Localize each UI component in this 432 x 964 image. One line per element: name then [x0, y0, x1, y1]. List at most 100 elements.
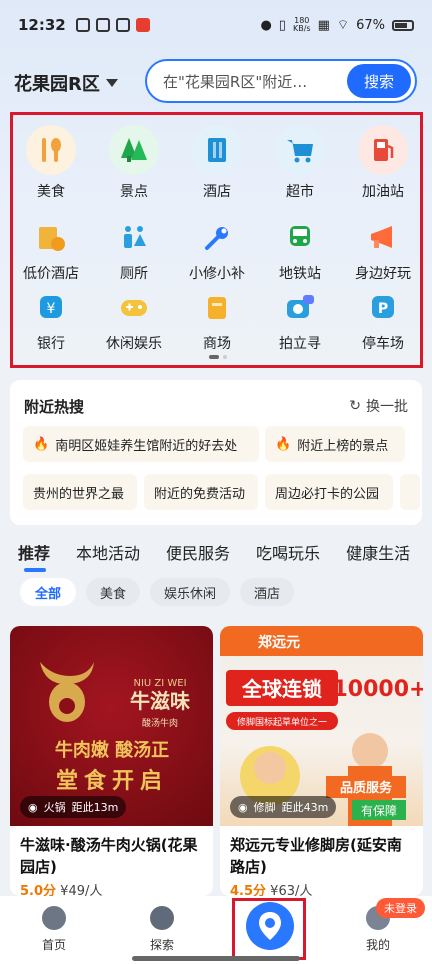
status-time: 12:32 [18, 16, 66, 34]
filter-chips: 全部 美食 娱乐休闲 酒店 [20, 578, 295, 606]
chip-hotel[interactable]: 酒店 [240, 578, 295, 606]
hot-search-text: 周边必打卡的公园 [275, 486, 380, 502]
category-bank[interactable]: ¥ 银行 [10, 291, 92, 353]
poster-slogan: 牛肉嫩 酸汤正 [55, 739, 169, 761]
poi-price: ¥63/人 [270, 884, 313, 896]
nav-home[interactable]: 首页 [14, 906, 94, 953]
wifi-icon: ⌔ [336, 18, 350, 33]
nav-me-label: 我的 [365, 938, 390, 952]
bank-icon: ¥ [34, 291, 68, 325]
brand-sub: 酸汤牛肉 [142, 717, 178, 729]
battery-icon [392, 19, 414, 31]
poi-category: 修脚 [253, 801, 276, 814]
poi-category: 火锅 [43, 801, 66, 814]
search-button[interactable]: 搜索 [347, 64, 411, 98]
net-speed-unit: KB/s [292, 24, 311, 33]
poi-title: 郑远元专业修脚房(延安南路店) [230, 836, 402, 876]
content-tabs: 推荐 本地活动 便民服务 吃喝玩乐 健康生活 [18, 540, 410, 572]
poi-meta: 5.0分 ¥49/人 [10, 878, 213, 896]
hot-search-item[interactable]: 🔥 附近上榜的景点 [265, 426, 405, 462]
search-box[interactable]: 在"花果园R区"附近… 搜索 [145, 59, 417, 103]
mall-icon [200, 291, 234, 325]
category-food[interactable]: 美食 [10, 125, 92, 201]
poi-tag: ◉ 修脚 距此43m [230, 796, 337, 818]
category-supermarket[interactable]: 超市 [259, 125, 341, 201]
category-label: 拍立寻 [279, 336, 321, 352]
tab-food-fun[interactable]: 吃喝玩乐 [256, 540, 320, 564]
category-photo-search[interactable]: 拍立寻 [259, 291, 341, 353]
category-mall[interactable]: 商场 [176, 291, 258, 353]
parking-icon: P [366, 291, 400, 325]
nav-explore-label: 探索 [149, 938, 174, 952]
camera-ai-icon [283, 291, 317, 325]
nearby-hot-search: 附近热搜 ↻ 换一批 🔥 南明区姬娃养生馆附近的好去处 🔥 附近上榜的景点 贵州… [10, 380, 422, 525]
category-budget-hotel[interactable]: 低价酒店 [10, 221, 92, 283]
category-label: 休闲娱乐 [106, 336, 162, 352]
pin-icon: ◉ [238, 800, 248, 814]
tab-health[interactable]: 健康生活 [346, 540, 410, 564]
refresh-label: 换一批 [366, 399, 408, 415]
planet-icon [150, 906, 174, 930]
page-indicator [209, 355, 227, 359]
hot-search-title: 附近热搜 [24, 398, 85, 416]
status-right: ● ▯ 180 KB/s ▦ ⌔ 67% [260, 17, 414, 33]
poi-card[interactable]: 郑远元 全球连锁 10000+ 修脚国标起草单位之一 品质服务 有保障 ◉ 修脚… [220, 626, 423, 896]
login-badge: 未登录 [376, 898, 425, 918]
hot-search-item[interactable]: 🔥 南明区姬娃养生馆附近的好去处 [23, 426, 259, 462]
home-indicator [132, 956, 300, 961]
nav-nearby-button[interactable] [246, 902, 294, 950]
wrench-icon [200, 221, 234, 255]
poster-promo: 堂食开启 [56, 768, 168, 794]
category-repair[interactable]: 小修小补 [176, 221, 258, 283]
nav-explore[interactable]: 探索 [122, 906, 202, 953]
category-parking[interactable]: P 停车场 [342, 291, 424, 353]
category-hotel[interactable]: 酒店 [176, 125, 258, 201]
category-label: 银行 [37, 336, 65, 352]
fire-icon: 🔥 [33, 436, 50, 452]
chip-all[interactable]: 全部 [20, 578, 77, 606]
category-gas-station[interactable]: 加油站 [342, 125, 424, 201]
chip-entertainment[interactable]: 娱乐休闲 [150, 578, 231, 606]
building-icon [192, 125, 242, 175]
svg-text:¥: ¥ [47, 301, 56, 317]
refresh-button[interactable]: ↻ 换一批 [349, 396, 408, 416]
category-leisure[interactable]: 休闲娱乐 [93, 291, 175, 353]
mail-notification-icon [95, 18, 110, 32]
vibrate-icon: ▯ [278, 17, 286, 33]
category-label: 美食 [37, 184, 65, 200]
chip-food[interactable]: 美食 [86, 578, 141, 606]
poi-card[interactable]: NIU ZI WEI 牛滋味 酸汤牛肉 牛肉嫩 酸汤正 堂食开启 ◉ 火锅 距此… [10, 626, 213, 896]
fuel-icon [358, 125, 408, 175]
poi-score: 5.0分 [20, 884, 57, 896]
hot-search-text: 南明区姬娃养生馆附近的好去处 [55, 438, 238, 454]
category-label: 酒店 [203, 184, 231, 200]
page-dot [223, 355, 227, 359]
refresh-icon: ↻ [349, 398, 361, 414]
poster-sub: 修脚国标起草单位之一 [237, 716, 327, 728]
category-label: 景点 [120, 184, 148, 200]
sim-icon: ▦ [317, 17, 330, 33]
megaphone-icon [366, 221, 400, 255]
poster-slogan: 全球连锁 [241, 677, 322, 701]
cart-icon [275, 125, 325, 175]
category-restroom[interactable]: 厕所 [93, 221, 175, 283]
fire-icon: 🔥 [275, 436, 292, 452]
category-fun-nearby[interactable]: 身边好玩 [342, 221, 424, 283]
category-label: 身边好玩 [355, 266, 411, 282]
tab-recommended[interactable]: 推荐 [18, 540, 50, 572]
search-input[interactable]: 在"花果园R区"附近… [147, 71, 347, 92]
location-selector[interactable]: 花果园R区 [14, 70, 118, 96]
hot-search-item[interactable]: 附近的免费活动 [144, 474, 258, 510]
svg-text:P: P [378, 301, 388, 317]
tab-local-events[interactable]: 本地活动 [76, 540, 140, 564]
category-label: 超市 [286, 184, 314, 200]
category-scenic[interactable]: 景点 [93, 125, 175, 201]
category-metro[interactable]: 地铁站 [259, 221, 341, 283]
net-speed: 180 KB/s [293, 17, 311, 33]
hot-search-item[interactable]: 贵州的世界之最 [23, 474, 137, 510]
location-status-icon: ● [260, 17, 272, 33]
hot-search-item[interactable]: 周边必打卡的公园 [265, 474, 393, 510]
tab-services[interactable]: 便民服务 [166, 540, 230, 564]
category-grid: 美食 景点 酒店 超市 加油站 低价酒店 厕所 小修小补 地铁站 身边好玩 ¥ … [10, 112, 423, 368]
red-app-notification-icon [135, 18, 150, 32]
